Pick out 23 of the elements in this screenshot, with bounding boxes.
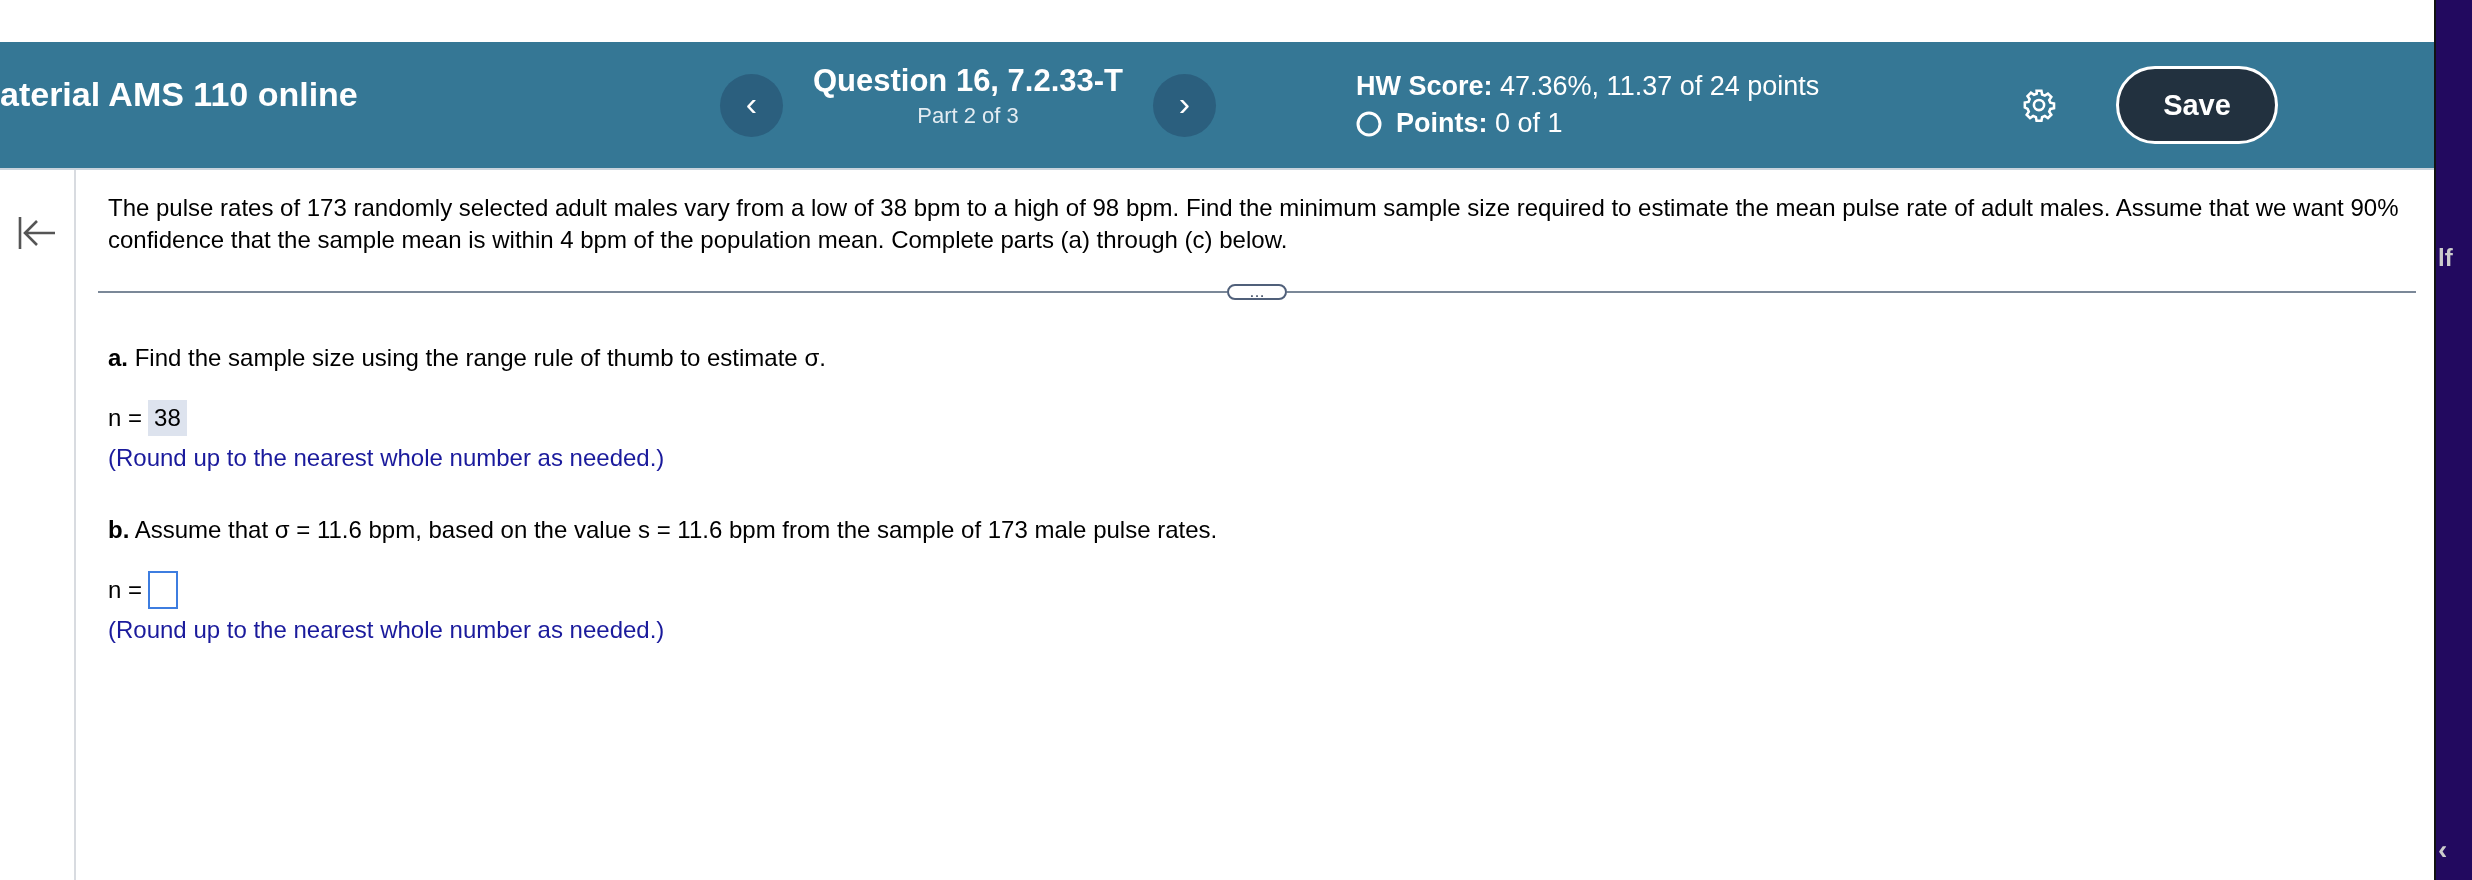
hint-text: (Round up to the nearest whole number as needed.): [108, 444, 666, 472]
answer-value: 38: [148, 400, 187, 436]
part-prompt: b. Assume that σ = 11.6 bpm, based on the value s = 11.6 bpm from the sample of 173 male pulse rates.: [108, 516, 1219, 544]
question-part: Part 2 of 3: [916, 103, 1020, 129]
course-title: aterial AMS 110 online: [0, 74, 359, 114]
save-button[interactable]: Save: [2116, 66, 2278, 144]
question-title: Question 16, 7.2.33-T: [811, 63, 1125, 99]
answer-label: n =: [108, 404, 143, 432]
question-text: The pulse rates of 173 randomly selected adult males vary from a low of 38 bpm to a high of 98 bpm. Find the minimum sample size required to estimate the mean pulse rate of adult males. Assume that we want 90% confidence that the sample mean is within 4 bpm of the population mean. Complete parts (a) through (c) below.: [108, 193, 2400, 255]
next-question-button[interactable]: ›: [1153, 73, 1216, 137]
hw-score: HW Score: 47.36%, 11.37 of 24 points: [1356, 71, 1821, 102]
part-prompt: a. Find the sample size using the range rule of thumb to estimate σ.: [108, 344, 827, 372]
hint-text: (Round up to the nearest whole number as needed.): [108, 616, 666, 644]
collapse-button[interactable]: ‹: [2436, 834, 2456, 866]
collapse-icon[interactable]: [17, 215, 57, 251]
circle-icon: [1356, 110, 1382, 137]
settings-icon[interactable]: [2022, 88, 2056, 122]
expand-button[interactable]: …: [1227, 284, 1287, 300]
answer-field[interactable]: [148, 571, 179, 609]
answer-label: n =: [108, 576, 143, 604]
points: Points: 0 of 1: [1396, 108, 1563, 139]
panel-label: lf: [2438, 244, 2454, 272]
previous-question-button[interactable]: ‹: [720, 73, 783, 137]
